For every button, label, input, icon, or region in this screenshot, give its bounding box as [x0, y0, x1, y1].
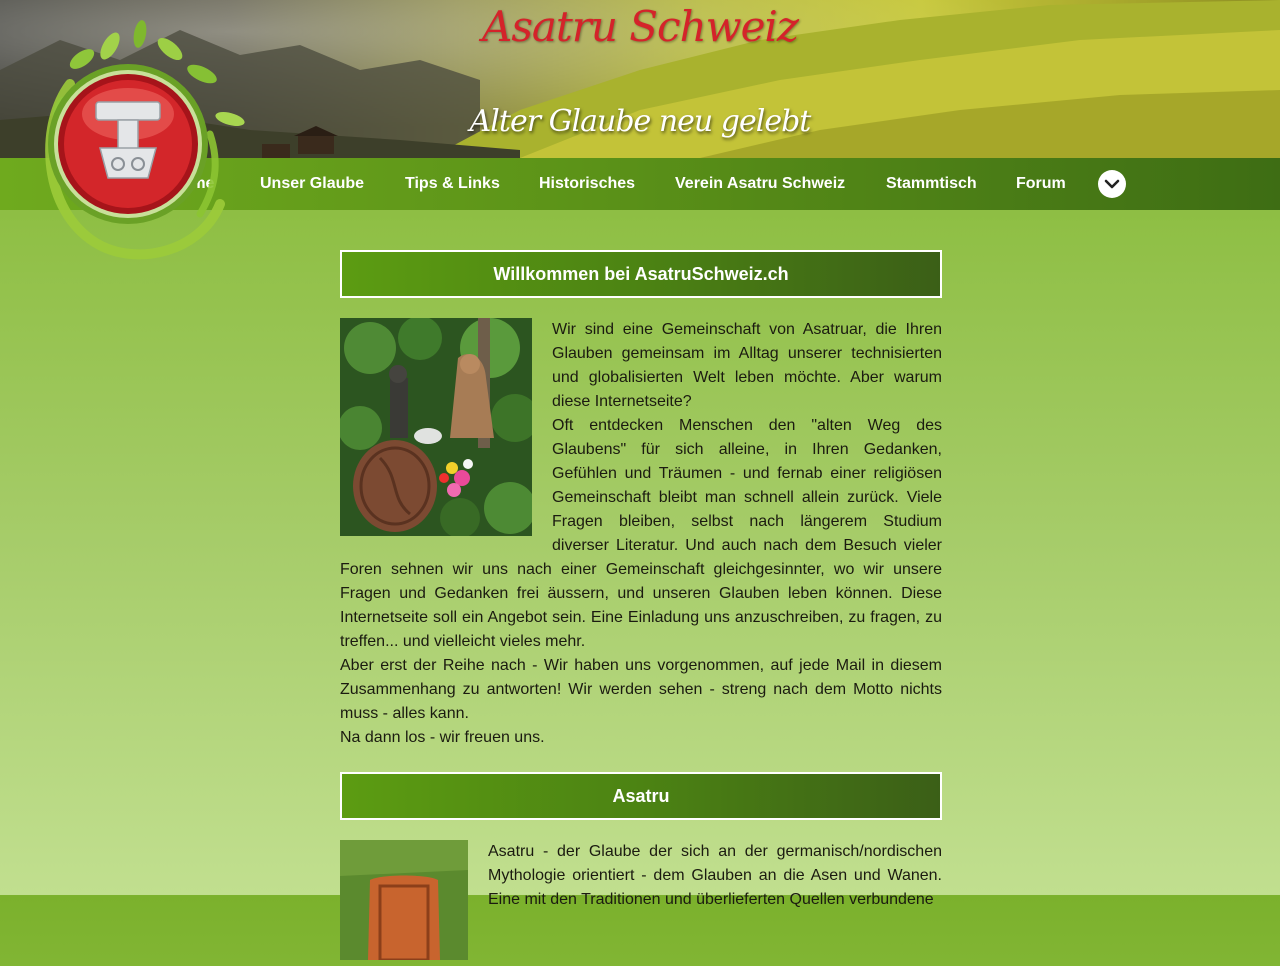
section-body-asatru: Asatru - der Glaube der sich an der germ…: [340, 840, 942, 960]
nav-item-verein-asatru-schweiz[interactable]: Verein Asatru Schweiz: [675, 158, 845, 210]
paragraph: Na dann los - wir freuen uns.: [340, 729, 545, 746]
nav-item-historisches[interactable]: Historisches: [539, 158, 635, 210]
site-logo[interactable]: [30, 14, 250, 264]
altar-photo: [340, 318, 532, 536]
section-title-willkommen: Willkommen bei AsatruSchweiz.ch: [340, 250, 942, 298]
nav-item-tips-links[interactable]: Tips & Links: [405, 158, 500, 210]
section-body-willkommen: Wir sind eine Gemeinschaft von Asatruar,…: [340, 318, 942, 750]
nav-item-stammtisch[interactable]: Stammtisch: [886, 158, 977, 210]
nav-more-button[interactable]: [1098, 170, 1126, 198]
nav-item-unser-glaube[interactable]: Unser Glaube: [260, 158, 364, 210]
wooden-plaque-photo: [340, 840, 468, 960]
paragraph: Aber erst der Reihe nach - Wir haben uns…: [340, 657, 942, 722]
nav-item-forum[interactable]: Forum: [1016, 158, 1066, 210]
section-title-asatru: Asatru: [340, 772, 942, 820]
main-content: Willkommen bei AsatruSchweiz.ch Wir sind…: [340, 250, 942, 966]
chevron-down-icon: [1104, 179, 1120, 189]
